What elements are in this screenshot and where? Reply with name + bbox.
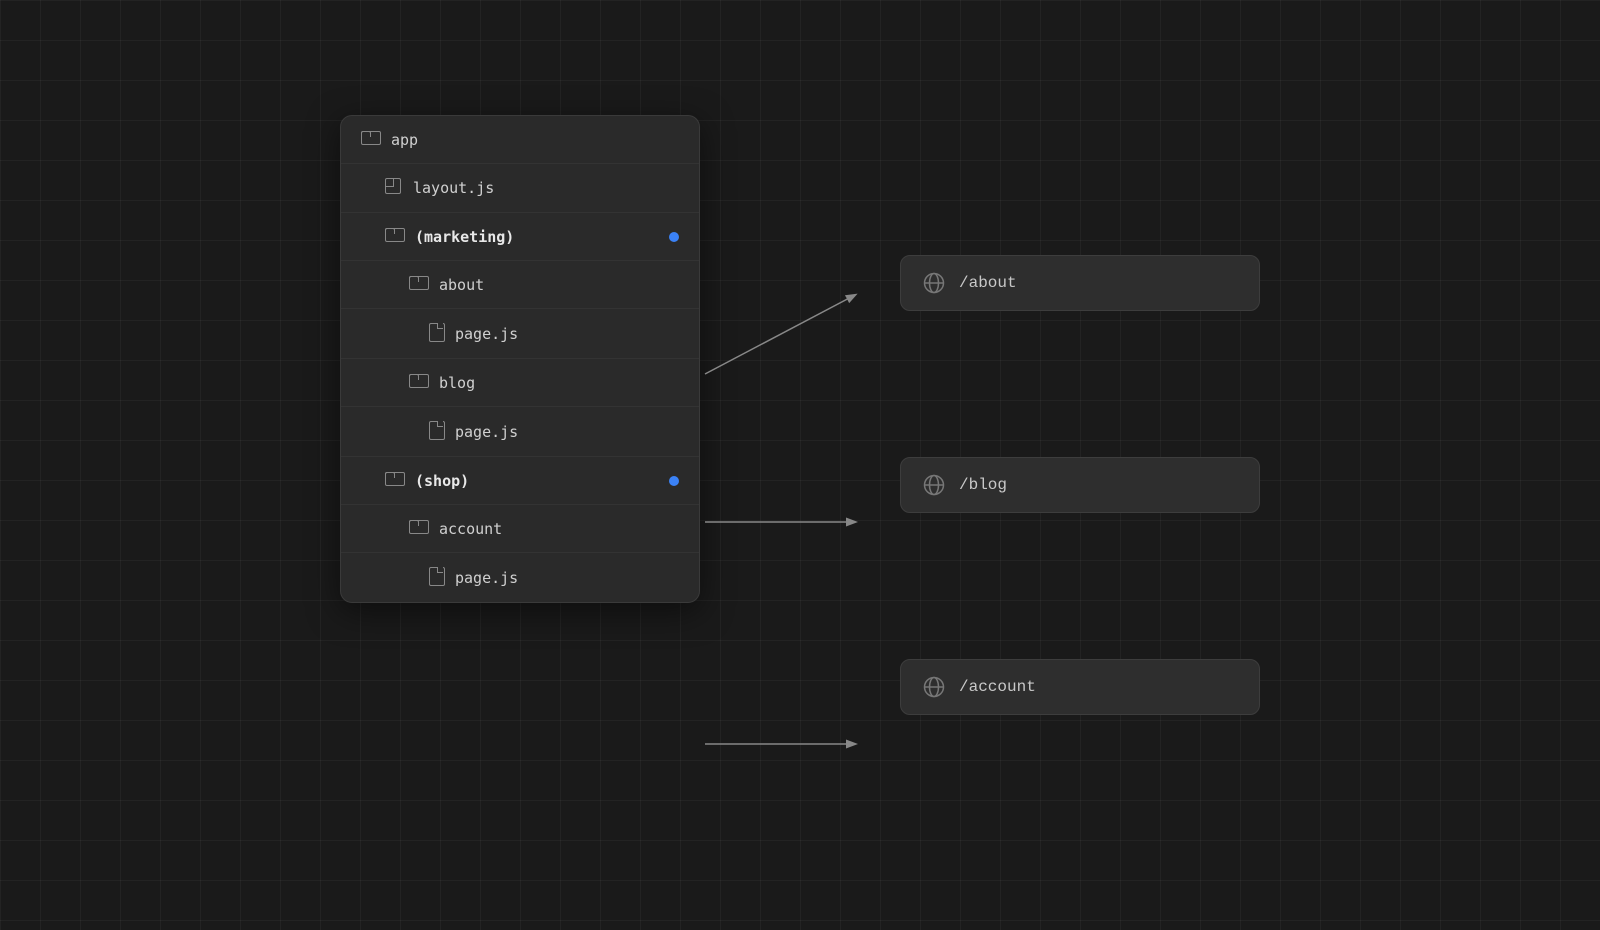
route-label-account: /account: [959, 678, 1036, 696]
routes-column: /about /blog /account: [900, 115, 1260, 815]
tree-item-account-page-js[interactable]: page.js: [341, 553, 699, 602]
tree-item-label: page.js: [455, 423, 679, 441]
tree-item-label: layout.js: [413, 179, 679, 197]
tree-item-label: about: [439, 276, 679, 294]
tree-item-label: (marketing): [415, 228, 669, 246]
layout-icon: [385, 178, 401, 198]
tree-item-blog[interactable]: blog: [341, 359, 699, 407]
route-box-account: /account: [900, 659, 1260, 715]
blue-dot-shop: [669, 476, 679, 486]
tree-item-label: page.js: [455, 325, 679, 343]
globe-icon: [923, 272, 945, 294]
tree-item-layout-js[interactable]: layout.js: [341, 164, 699, 213]
tree-item-shop[interactable]: (shop): [341, 457, 699, 505]
file-icon: [429, 421, 443, 442]
tree-item-label: account: [439, 520, 679, 538]
folder-icon: [409, 275, 427, 294]
folder-icon: [361, 130, 379, 149]
tree-item-about[interactable]: about: [341, 261, 699, 309]
tree-item-label: app: [391, 131, 679, 149]
arrows-svg: [700, 115, 900, 815]
tree-item-marketing[interactable]: (marketing): [341, 213, 699, 261]
tree-item-blog-page-js[interactable]: page.js: [341, 407, 699, 457]
tree-item-about-page-js[interactable]: page.js: [341, 309, 699, 359]
route-box-blog: /blog: [900, 457, 1260, 513]
file-tree: app layout.js (marketing) about: [340, 115, 700, 603]
folder-icon: [409, 373, 427, 392]
file-icon: [429, 567, 443, 588]
tree-item-label: page.js: [455, 569, 679, 587]
folder-icon: [409, 519, 427, 538]
tree-item-account[interactable]: account: [341, 505, 699, 553]
tree-item-app[interactable]: app: [341, 116, 699, 164]
file-icon: [429, 323, 443, 344]
route-box-about: /about: [900, 255, 1260, 311]
tree-item-label: blog: [439, 374, 679, 392]
blue-dot-marketing: [669, 232, 679, 242]
globe-icon: [923, 474, 945, 496]
route-label-about: /about: [959, 274, 1017, 292]
tree-item-label: (shop): [415, 472, 669, 490]
folder-icon: [385, 471, 403, 490]
folder-icon: [385, 227, 403, 246]
route-label-blog: /blog: [959, 476, 1007, 494]
globe-icon: [923, 676, 945, 698]
main-scene: app layout.js (marketing) about: [340, 115, 1260, 815]
